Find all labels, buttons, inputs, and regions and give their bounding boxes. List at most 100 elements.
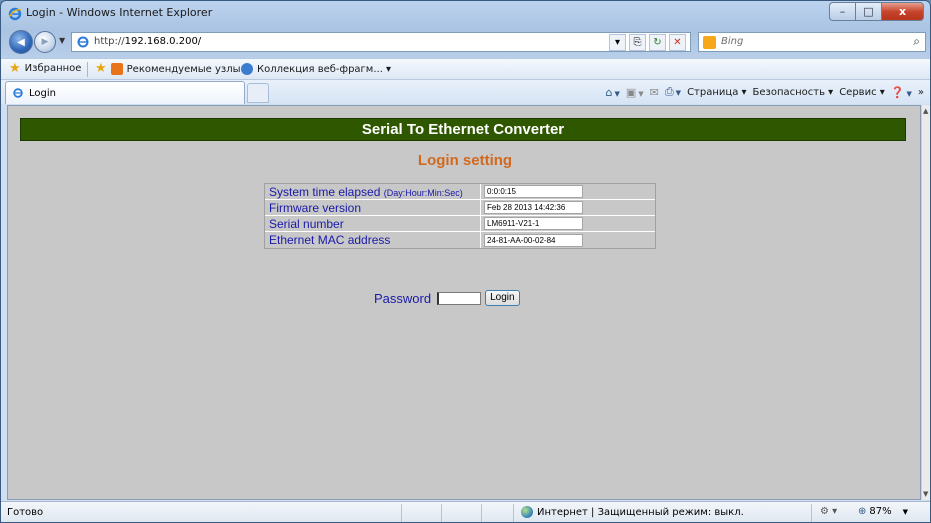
navigation-bar: ◀ ▶ ▼ http://192.168.0.200/ ▾ ⎘ ↻ ✕ Bing… [1, 28, 930, 56]
status-bar: Готово Интернет | Защищенный режим: выкл… [1, 501, 930, 522]
command-bar: ⌂ ▼ ▣ ▼ ✉ ⎙ ▼ Страница ▾ Безопасность ▾ Сер… [605, 85, 924, 99]
feeds-icon[interactable]: ▣ ▼ [626, 86, 644, 99]
minimize-icon: – [839, 5, 846, 18]
tab-page-icon [13, 88, 23, 98]
zoom-dropdown-icon[interactable]: ▼ [903, 508, 908, 516]
bing-icon [703, 36, 716, 49]
add-favorite-icon: ★ [95, 61, 107, 76]
row-label: System time elapsed (Day:Hour:Min:Sec) [265, 184, 481, 199]
tab-label: Login [29, 87, 56, 99]
search-icon[interactable]: ⌕ [913, 34, 920, 49]
tab-bar: Login ⌂ ▼ ▣ ▼ ✉ ⎙ ▼ Страница ▾ Безопасность… [1, 80, 930, 104]
row-label: Serial number [265, 216, 481, 231]
search-placeholder: Bing [721, 36, 744, 47]
divider [481, 504, 482, 522]
favorites-star-icon: ★ [9, 60, 21, 76]
row-value-cell: Feb 28 2013 14:42:36 [481, 200, 655, 215]
window-title: Login - Windows Internet Explorer [26, 6, 213, 19]
close-button[interactable]: x [881, 2, 924, 21]
home-icon[interactable]: ⌂ ▼ [605, 86, 619, 99]
zoom-control[interactable]: ⊕ 87% ▼ [858, 506, 908, 517]
new-tab-button[interactable] [247, 83, 269, 103]
label-hint: (Day:Hour:Min:Sec) [383, 188, 463, 198]
label-text: Firmware version [269, 201, 362, 215]
globe-icon [521, 506, 533, 518]
system-time-field: 0:0:0:15 [484, 185, 583, 198]
favorites-label: Избранное [24, 63, 82, 74]
forward-arrow-icon: ▶ [41, 37, 49, 47]
table-row: Serial number LM6911-V21-1 [265, 216, 655, 232]
page-heading: Login setting [417, 152, 513, 169]
table-row: System time elapsed (Day:Hour:Min:Sec) 0… [265, 184, 655, 200]
row-value-cell: LM6911-V21-1 [481, 216, 655, 231]
tab-login[interactable]: Login [5, 81, 245, 104]
label-text: Serial number [269, 217, 344, 231]
tools-menu[interactable]: Сервис ▾ [839, 87, 885, 98]
ie-logo-icon [8, 7, 22, 21]
row-value-cell: 0:0:0:15 [481, 184, 655, 199]
maximize-button[interactable]: □ [855, 2, 881, 21]
row-label: Ethernet MAC address [265, 232, 481, 248]
row-label: Firmware version [265, 200, 481, 215]
firmware-version-field: Feb 28 2013 14:42:36 [484, 201, 583, 214]
window-controls: – □ x [829, 2, 924, 21]
zoom-icon: ⊕ [858, 506, 867, 517]
scroll-down-icon[interactable]: ▼ [923, 490, 928, 498]
divider [401, 504, 402, 522]
forward-button[interactable]: ▶ [34, 31, 56, 53]
minimize-button[interactable]: – [829, 2, 855, 21]
divider [87, 62, 88, 77]
address-bar[interactable]: http://192.168.0.200/ ▾ ⎘ ↻ ✕ [71, 32, 691, 52]
stop-icon[interactable]: ✕ [669, 34, 686, 51]
suggested-sites-icon [110, 63, 123, 75]
web-slice-icon [241, 63, 253, 75]
row-value-cell: 24-81-AA-00-02-84 [481, 232, 655, 248]
divider [513, 504, 514, 522]
password-input[interactable] [437, 291, 482, 305]
back-button[interactable]: ◀ [9, 30, 33, 54]
security-zone[interactable]: Интернет | Защищенный режим: выкл. [521, 506, 744, 518]
page-icon [77, 36, 89, 48]
favorites-item-webslices[interactable]: Коллекция веб-фрагм... ▾ [241, 63, 391, 75]
divider [811, 504, 812, 522]
print-icon[interactable]: ⎙ ▼ [665, 85, 681, 99]
zoom-level: 87% [869, 506, 892, 517]
close-icon: x [898, 5, 907, 18]
serial-number-field: LM6911-V21-1 [484, 217, 583, 230]
search-box[interactable]: Bing ⌕ [698, 32, 926, 52]
address-url[interactable]: http://192.168.0.200/ [94, 36, 201, 47]
help-icon[interactable]: ❓ ▼ [891, 86, 912, 99]
web-slice-label: Коллекция веб-фрагм... ▾ [257, 63, 392, 75]
address-tools: ▾ ⎘ ↻ ✕ [609, 34, 686, 51]
status-text: Готово [7, 507, 44, 518]
device-info-table: System time elapsed (Day:Hour:Min:Sec) 0… [264, 183, 656, 249]
url-scheme: http:// [94, 36, 125, 47]
divider [441, 504, 442, 522]
mac-address-field: 24-81-AA-00-02-84 [484, 233, 583, 247]
login-button[interactable]: Login [485, 290, 520, 306]
refresh-icon[interactable]: ↻ [649, 34, 666, 51]
recent-pages-dropdown[interactable]: ▼ [59, 36, 65, 45]
page-menu[interactable]: Страница ▾ [687, 87, 746, 98]
favorites-button[interactable]: ★ Избранное [9, 60, 82, 76]
protected-mode-icon[interactable]: ⚙ ▾ [820, 506, 837, 517]
url-host: 192.168.0.200/ [124, 36, 202, 47]
mail-icon[interactable]: ✉ [650, 86, 659, 99]
browser-window: Login - Windows Internet Explorer – □ x … [0, 0, 931, 523]
compatibility-view-icon[interactable]: ⎘ [629, 34, 646, 51]
page-banner: Serial To Ethernet Converter [20, 118, 906, 141]
table-row: Ethernet MAC address 24-81-AA-00-02-84 [265, 232, 655, 248]
address-dropdown-icon[interactable]: ▾ [609, 34, 626, 51]
more-commands-icon[interactable]: » [918, 87, 924, 98]
scroll-up-icon[interactable]: ▲ [923, 107, 928, 115]
maximize-icon: □ [863, 5, 874, 18]
security-menu[interactable]: Безопасность ▾ [753, 87, 834, 98]
favorites-bar: ★ Избранное ★ Рекомендуемые узлы ▾ Колле… [1, 58, 930, 80]
favorites-item-suggested[interactable]: ★ Рекомендуемые узлы ▾ [95, 61, 249, 76]
login-form: Password Login [374, 290, 520, 306]
table-row: Firmware version Feb 28 2013 14:42:36 [265, 200, 655, 216]
page-content: Serial To Ethernet Converter Login setti… [7, 105, 921, 500]
vertical-scrollbar[interactable]: ▲ ▼ [921, 105, 930, 500]
security-zone-label: Интернет | Защищенный режим: выкл. [537, 506, 744, 518]
suggested-sites-label: Рекомендуемые узлы ▾ [126, 63, 249, 75]
